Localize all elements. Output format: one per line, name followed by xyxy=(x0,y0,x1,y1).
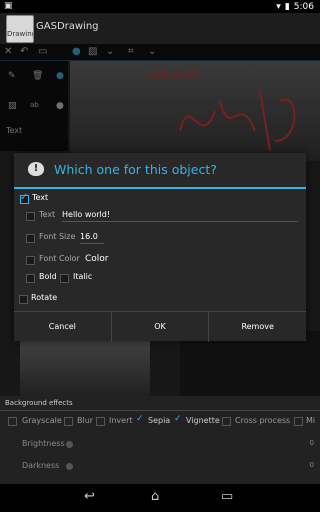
object-options-dialog: ! Which one for this object? Text Text H… xyxy=(14,153,306,342)
blur-checkbox[interactable] xyxy=(64,417,73,426)
app-icon[interactable]: Drawing xyxy=(6,15,34,43)
action-bar: Drawing GASDrawing xyxy=(0,13,320,44)
grayscale-checkbox[interactable] xyxy=(8,417,17,426)
ok-button[interactable]: OK xyxy=(112,312,210,342)
wifi-icon: ▾ xyxy=(276,1,281,12)
navigation-bar: ↩ ⌂ ▭ xyxy=(0,484,320,512)
more-effect-label: Mi xyxy=(306,416,316,425)
brightness-slider[interactable] xyxy=(66,441,73,448)
text-field-checkbox[interactable] xyxy=(26,212,35,221)
text-section-label: Text xyxy=(32,193,49,202)
vignette-checkbox[interactable] xyxy=(174,414,182,424)
text-input[interactable]: Hello world! xyxy=(62,210,298,222)
invert-label: Invert xyxy=(109,416,133,425)
battery-icon: ▮ xyxy=(284,1,290,12)
rotate-label: Rotate xyxy=(31,293,58,302)
back-icon[interactable]: ↩ xyxy=(84,489,95,504)
italic-checkbox[interactable] xyxy=(60,274,69,283)
notification-icon: ▣ xyxy=(4,1,13,11)
font-color-checkbox[interactable] xyxy=(26,256,35,265)
sepia-label: Sepia xyxy=(148,416,171,425)
bold-label: Bold xyxy=(39,272,57,281)
cross-process-label: Cross process xyxy=(235,416,291,425)
font-size-input[interactable]: 16.0 xyxy=(80,232,104,244)
brightness-value: 0 xyxy=(309,439,314,447)
text-section-checkbox[interactable] xyxy=(20,192,29,204)
status-time: 5:06 xyxy=(293,1,314,12)
darkness-label: Darkness xyxy=(22,461,60,470)
home-icon[interactable]: ⌂ xyxy=(151,489,159,504)
vignette-label: Vignette xyxy=(186,416,220,425)
status-bar: ▣ ▾ ▮ 5:06 xyxy=(0,0,320,13)
remove-button[interactable]: Remove xyxy=(209,312,306,342)
dialog-button-row: Cancel OK Remove xyxy=(14,311,306,342)
cancel-button[interactable]: Cancel xyxy=(14,312,112,342)
brightness-label: Brightness xyxy=(22,439,65,448)
text-field-label: Text xyxy=(39,210,56,219)
grayscale-label: Grayscale xyxy=(22,416,62,425)
brightness-row: Brightness 0 xyxy=(0,439,320,453)
cross-process-checkbox[interactable] xyxy=(222,417,231,426)
italic-label: Italic xyxy=(73,272,93,281)
blur-label: Blur xyxy=(77,416,94,425)
recent-apps-icon[interactable]: ▭ xyxy=(221,489,233,504)
bold-checkbox[interactable] xyxy=(26,274,35,283)
warning-icon: ! xyxy=(28,162,44,176)
darkness-slider[interactable] xyxy=(66,463,73,470)
invert-checkbox[interactable] xyxy=(96,417,105,426)
darkness-value: 0 xyxy=(309,461,314,469)
dialog-header: ! Which one for this object? xyxy=(14,153,306,189)
font-size-checkbox[interactable] xyxy=(26,234,35,243)
darkness-row: Darkness 0 xyxy=(0,461,320,475)
divider xyxy=(0,410,320,411)
effects-header: Background effects xyxy=(5,399,73,407)
font-color-label: Font Color xyxy=(39,254,80,263)
sepia-checkbox[interactable] xyxy=(136,414,144,424)
font-size-label: Font Size xyxy=(39,232,76,241)
more-effect-checkbox[interactable] xyxy=(294,417,303,426)
app-title: GASDrawing xyxy=(36,21,99,32)
color-button[interactable]: Color xyxy=(85,254,109,264)
background-effects-panel: Background effects Grayscale Blur Invert… xyxy=(0,396,320,484)
dialog-title: Which one for this object? xyxy=(54,162,217,177)
rotate-checkbox[interactable] xyxy=(19,295,28,304)
